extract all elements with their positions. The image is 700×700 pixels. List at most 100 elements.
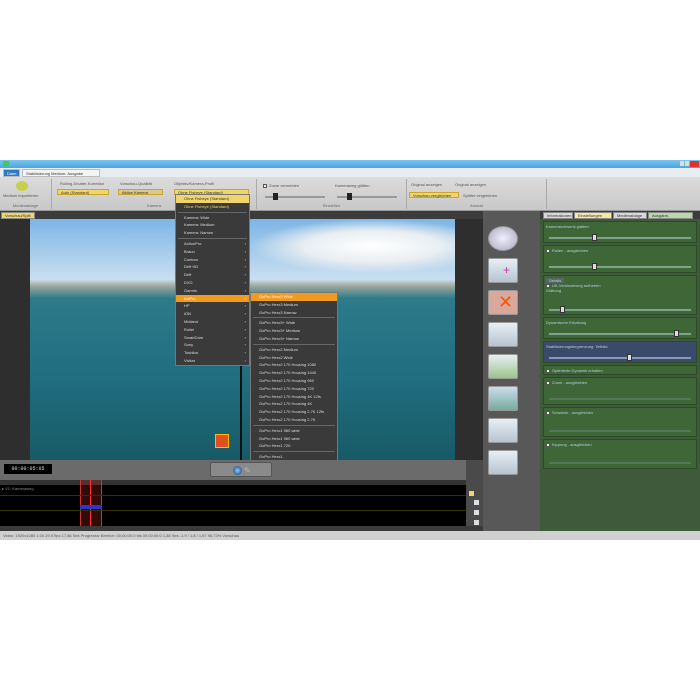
playhead[interactable] (90, 480, 91, 526)
disable-tool-icon[interactable]: ✕ (488, 290, 518, 315)
pan-checkbox[interactable]: Schwenk - ausgleichen (552, 410, 593, 415)
pan-smoothing-section: Kameraschwenk glätten (543, 221, 697, 243)
submenu-item[interactable]: GoPro Hero3+ Narrow (251, 335, 337, 343)
chart-tool-icon[interactable] (488, 386, 518, 411)
settings-panel: Kameraschwenk glätten Rollen - ausgleich… (540, 219, 700, 531)
preview-split-tab[interactable]: Vorschau/Split (1, 212, 35, 219)
menu-item[interactable]: DXG › (176, 279, 249, 287)
crosshair-tool-icon[interactable]: + (488, 258, 518, 283)
roll-slider[interactable] (549, 263, 691, 270)
preview-quality-label[interactable]: Vorschau-Qualität (120, 181, 152, 186)
submenu-item[interactable]: GoPro Hero2 170 Housing 4K (251, 400, 337, 408)
tab-info[interactable]: Informationen (543, 212, 573, 219)
tilt-checkbox[interactable]: Kippung - ausgleichen (552, 442, 592, 447)
tab-file[interactable]: Datei (3, 169, 21, 177)
submenu-item[interactable]: GoPro Hero3 Narrow (251, 309, 337, 317)
menu-item[interactable]: Kamera: Narrow (176, 229, 249, 237)
tilt-section: Kippung - ausgleichen (543, 439, 697, 469)
tab-stabilize[interactable]: Stabilisierung Medium: Ausgabe (22, 169, 100, 177)
rolling-shutter-label[interactable]: Rolling-Shutter-Korrektur (60, 181, 104, 186)
menu-item[interactable]: Midland › (176, 318, 249, 326)
dynamic-slider[interactable] (549, 330, 691, 337)
submenu-item[interactable]: GoPro Hero2 170 Housing 2.7K (251, 416, 337, 424)
globe-icon (233, 466, 242, 475)
menu-item[interactable]: HP › (176, 302, 249, 310)
timecode-display: 00:00:05:05 (4, 464, 52, 474)
roll-checkbox[interactable]: Rollen - ausgleichen (552, 248, 588, 253)
menu-item[interactable]: Kamera: Medium (176, 221, 249, 229)
pan-slider[interactable] (549, 234, 691, 241)
menu-item[interactable]: Kamera: Wide (176, 214, 249, 222)
tools-panel: + ✕ (483, 211, 540, 531)
close-button[interactable] (690, 161, 699, 167)
menu-item[interactable]: Drift HD › (176, 263, 249, 271)
submenu-item[interactable]: GoPro Hero3 Medium (251, 301, 337, 309)
menu-item-selected[interactable]: GoPro › (176, 294, 249, 303)
group-media: Medium importieren Medienablage (0, 179, 52, 209)
menu-item[interactable]: Rollei › (176, 326, 249, 334)
menu-item[interactable]: Sony › (176, 341, 249, 349)
minimize-button[interactable] (680, 161, 684, 166)
tab-media[interactable]: Medienablage (613, 212, 647, 219)
show-original-2-button[interactable]: Original anzeigen (455, 182, 486, 187)
submenu-item[interactable]: GoPro Hero2 170 Housing 720 (251, 385, 337, 393)
menu-item[interactable]: Ohne Fisheye (Standard) (176, 203, 249, 211)
submenu-item[interactable]: GoPro Hero2 170 Housing 4K 12fs (251, 393, 337, 401)
tool-8-icon[interactable] (488, 450, 518, 475)
submenu-item[interactable]: GoPro Hero2 170 Housing 1440 (251, 369, 337, 377)
optimized-checkbox[interactable]: Optimierte Dynamik erhalten (552, 368, 603, 373)
group-adjust: Zoom vermeiden Kameraweg glätten Einstel… (257, 179, 407, 209)
horizon-tool-icon[interactable] (488, 226, 518, 251)
menu-item[interactable]: Braun › (176, 248, 249, 256)
smooth-slider[interactable] (337, 193, 397, 200)
zoom-slider[interactable] (265, 193, 325, 200)
menu-item[interactable]: Garmin › (176, 287, 249, 295)
menu-item[interactable]: Contour › (176, 256, 249, 264)
status-bar: Video: 1920x1080 1.00 29,97fps 17,86 Sek… (0, 531, 700, 540)
menu-item[interactable]: Toshiba › (176, 349, 249, 357)
submenu-item[interactable]: GoPro Hero1 960 wide (251, 427, 337, 435)
submenu-item[interactable]: GoPro Hero3 Wide (251, 293, 337, 301)
menu-item[interactable]: Vivitar › (176, 357, 249, 365)
play-button[interactable]: ✎ (210, 462, 272, 477)
snap-button[interactable] (469, 491, 474, 496)
pen-icon: ✎ (244, 466, 251, 475)
submenu-item[interactable]: GoPro Hero2 Wide (251, 354, 337, 362)
submenu-item[interactable]: GoPro Hero2 170 Housing 2.7K 12fs (251, 408, 337, 416)
submenu-item[interactable]: GoPro Hero2 170 Housing 960 (251, 377, 337, 385)
submenu-item[interactable]: GoPro Hero3+ Medium (251, 327, 337, 335)
tab-settings[interactable]: Einstellungen (574, 212, 612, 219)
compare-preview-button[interactable]: Vorschau vergleichen (409, 192, 459, 198)
timeline[interactable]: ▸ V1: Kameraweg (0, 480, 466, 526)
submenu-item[interactable]: GoPro Hero2 Medium (251, 346, 337, 354)
menu-item[interactable]: iON › (176, 310, 249, 318)
smoothing-slider[interactable] (549, 306, 691, 313)
tab-output[interactable]: Ausgabe-Einstellungen (648, 212, 693, 224)
timeline-tools (466, 460, 483, 532)
splitter-compare-button[interactable]: Splitter vergleichen (463, 193, 497, 198)
menu-header[interactable]: Ohne Fisheye (Standard) (176, 195, 249, 203)
submenu-item[interactable]: GoPro Hero1 720 (251, 442, 337, 450)
show-original-button[interactable]: Original anzeigen (411, 182, 442, 187)
camera-dropdown[interactable]: Aktive Kamera (118, 189, 163, 195)
grid-tool-icon[interactable] (488, 322, 518, 347)
timeline-tool-button[interactable] (474, 510, 479, 515)
zoom-checkbox[interactable]: Zoom - ausgleichen (552, 380, 587, 385)
timeline-tool-button[interactable] (474, 500, 479, 505)
avoid-zoom-checkbox[interactable]: Zoom vermeiden (269, 183, 299, 188)
green-tool-icon[interactable] (488, 354, 518, 379)
tool-7-icon[interactable] (488, 418, 518, 443)
import-button[interactable]: Medium importieren (3, 193, 38, 198)
limit-slider[interactable] (549, 354, 691, 361)
submenu-item[interactable]: GoPro Hero3+ Wide (251, 319, 337, 327)
menu-item[interactable]: ActionPro › (176, 240, 249, 248)
submenu-item[interactable]: GoPro Hero2 170 Housing 1080 (251, 361, 337, 369)
range-selection[interactable] (80, 480, 102, 526)
submenu-item[interactable]: GoPro Hero1 960 wide (251, 435, 337, 443)
menu-item[interactable]: Drift › (176, 271, 249, 279)
menu-item[interactable]: SmartCam › (176, 334, 249, 342)
smooth-path-label: Kameraweg glätten (335, 183, 370, 188)
rolling-shutter-dropdown[interactable]: Auto (Standard) (57, 189, 109, 195)
timeline-tool-button[interactable] (474, 520, 479, 525)
maximize-button[interactable] (685, 161, 689, 166)
